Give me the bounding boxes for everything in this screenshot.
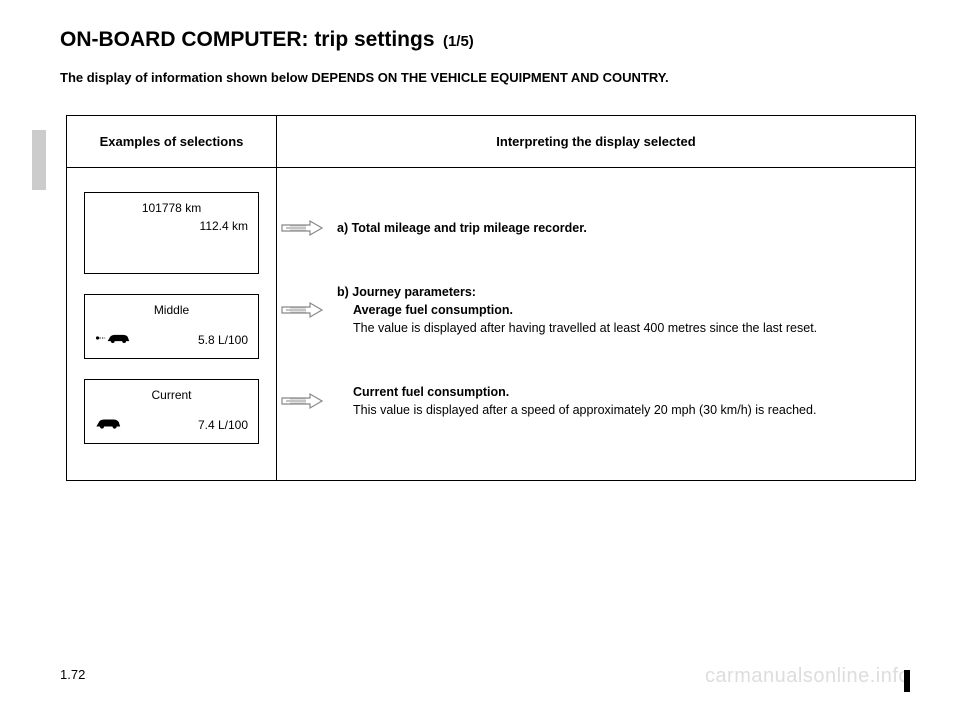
- watermark: carmanualsonline.info: [705, 665, 910, 688]
- display-trip-mileage: 112.4 km: [95, 219, 248, 263]
- display-avg-value: 5.8 L/100: [198, 333, 248, 347]
- description-row-c: Current fuel consumption. This value is …: [277, 383, 905, 419]
- display-avg-label: Middle: [95, 303, 248, 317]
- display-box-mileage: 101778 km 112.4 km: [84, 192, 259, 274]
- display-box-avg-fuel: Middle 5.8 L/100: [84, 294, 259, 359]
- description-b: b) Journey parameters: Average fuel cons…: [337, 283, 905, 337]
- page-title: ON-BOARD COMPUTER: trip settings: [60, 28, 435, 51]
- notice-text: The display of information shown below D…: [60, 70, 910, 85]
- car-icon: [95, 416, 123, 433]
- arrow-icon: [277, 301, 327, 319]
- arrow-icon: [277, 219, 327, 237]
- description-row-a: a) Total mileage and trip mileage record…: [277, 219, 905, 237]
- description-c: Current fuel consumption. This value is …: [337, 383, 905, 419]
- display-box-current-fuel: Current 7.4 L/100: [84, 379, 259, 444]
- key-car-icon: [95, 331, 133, 348]
- display-total-mileage: 101778 km: [95, 201, 248, 215]
- description-a: a) Total mileage and trip mileage record…: [337, 219, 905, 237]
- description-row-b: b) Journey parameters: Average fuel cons…: [277, 283, 905, 337]
- page-number: 1.72: [60, 667, 85, 682]
- page-title-part: (1/5): [443, 33, 474, 50]
- table-header-examples: Examples of selections: [67, 116, 277, 168]
- display-current-label: Current: [95, 388, 248, 402]
- display-current-value: 7.4 L/100: [198, 418, 248, 432]
- page-title-row: ON-BOARD COMPUTER: trip settings (1/5): [60, 28, 910, 52]
- side-tab: [32, 130, 46, 190]
- table-header-interpreting: Interpreting the display selected: [277, 116, 916, 168]
- arrow-icon: [277, 392, 327, 410]
- settings-table: Examples of selections Interpreting the …: [66, 115, 916, 481]
- corner-mark: [904, 670, 910, 692]
